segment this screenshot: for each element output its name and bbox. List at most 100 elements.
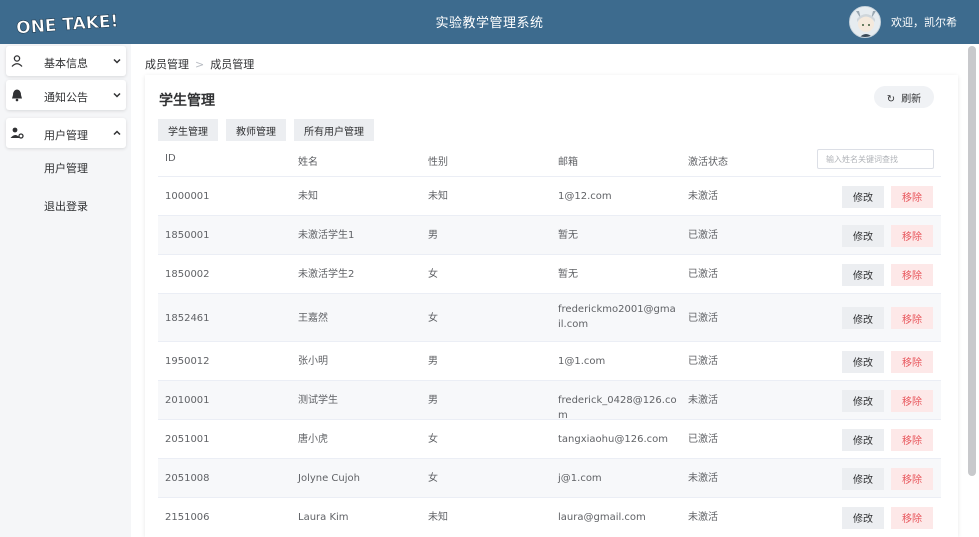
cell-email: 暂无 bbox=[558, 269, 578, 280]
edit-button[interactable]: 修改 bbox=[842, 428, 884, 451]
remove-button[interactable]: 移除 bbox=[891, 467, 933, 490]
sidebar-item-user-management[interactable]: 用户管理 bbox=[6, 118, 126, 148]
student-management-card: 学生管理 ↻ 刷新 学生管理 教师管理 所有用户管理 ID 姓名 性别 邮箱 激活… bbox=[145, 75, 958, 537]
cell-status: 已激活 bbox=[688, 230, 718, 241]
column-header-id: ID bbox=[165, 153, 176, 164]
sidebar-subitem-logout[interactable]: 退出登录 bbox=[44, 198, 88, 214]
sidebar: 基本信息 通知公告 用户管理 用户管理 退出登录 bbox=[0, 44, 131, 537]
sidebar-item-label: 基本信息 bbox=[44, 57, 88, 70]
cell-id: 1000001 bbox=[165, 191, 210, 202]
column-header-name: 姓名 bbox=[298, 157, 318, 168]
sidebar-item-label: 用户管理 bbox=[44, 129, 88, 142]
tab-students[interactable]: 学生管理 bbox=[158, 119, 218, 141]
tab-all-users[interactable]: 所有用户管理 bbox=[294, 119, 374, 141]
table-row: 2051001 唐小虎 女 tangxiaohu@126.com 已激活 修改 移除 bbox=[158, 419, 941, 458]
edit-button[interactable]: 修改 bbox=[842, 350, 884, 373]
table-row: 2010001 测试学生男 frederick_0428@126.com 未激活 修改移… bbox=[158, 380, 941, 421]
table-row: 1852461 王嘉然 女 frederickmo2001@gmail.com 已激活 修… bbox=[158, 293, 941, 341]
sidebar-item-label: 通知公告 bbox=[44, 91, 88, 104]
table-row: 2051008 Jolyne Cujoh 女 j@1.com 未激活 修改 移除 bbox=[158, 458, 941, 497]
cell-name: 测试学生 bbox=[298, 395, 338, 406]
cell-gender: 女 bbox=[428, 434, 438, 445]
table-row: 1000001 未知 未知 1@12.com 未激活 修改 移除 bbox=[158, 176, 941, 215]
cell-gender: 男 bbox=[428, 395, 438, 406]
table-row: 2151006 Laura Kim 未知 laura@gmail.com 未激活 修改 移除 bbox=[158, 497, 941, 536]
sidebar-item-basic-info[interactable]: 基本信息 bbox=[6, 46, 126, 76]
remove-button[interactable]: 移除 bbox=[891, 506, 933, 529]
column-header-status: 激活状态 bbox=[688, 157, 728, 168]
cell-email: 暂无 bbox=[558, 230, 578, 241]
cell-email: frederickmo2001@gmail.com bbox=[558, 304, 676, 330]
page-title: 学生管理 bbox=[159, 93, 215, 109]
user-cog-icon bbox=[10, 127, 24, 139]
cell-name: 未激活学生1 bbox=[298, 230, 355, 241]
cell-id: 1850002 bbox=[165, 269, 210, 280]
cell-gender: 未知 bbox=[428, 191, 448, 202]
cell-status: 未激活 bbox=[688, 395, 718, 406]
cell-gender: 女 bbox=[428, 473, 438, 484]
cell-status: 已激活 bbox=[688, 312, 718, 324]
remove-button[interactable]: 移除 bbox=[891, 350, 933, 373]
remove-button[interactable]: 移除 bbox=[891, 389, 933, 412]
cell-gender: 女 bbox=[428, 312, 438, 324]
tab-teachers[interactable]: 教师管理 bbox=[226, 119, 286, 141]
refresh-button[interactable]: ↻ 刷新 bbox=[874, 86, 934, 108]
cell-email: j@1.com bbox=[558, 473, 602, 484]
edit-button[interactable]: 修改 bbox=[842, 224, 884, 247]
remove-button[interactable]: 移除 bbox=[891, 428, 933, 451]
column-header-gender: 性别 bbox=[428, 157, 448, 168]
avatar[interactable] bbox=[849, 6, 881, 38]
cell-id: 1850001 bbox=[165, 230, 210, 241]
cell-id: 2051001 bbox=[165, 434, 210, 445]
chevron-up-icon bbox=[113, 130, 121, 136]
cell-id: 2051008 bbox=[165, 473, 210, 484]
table-row: 1850002 未激活学生2 女 暂无 已激活 修改 移除 bbox=[158, 254, 941, 293]
edit-button[interactable]: 修改 bbox=[842, 185, 884, 208]
breadcrumb-separator-icon: > bbox=[195, 58, 205, 71]
cell-name: Laura Kim bbox=[298, 512, 349, 523]
cell-email: 1@1.com bbox=[558, 356, 606, 367]
breadcrumb-item[interactable]: 成员管理 bbox=[145, 58, 189, 71]
edit-button[interactable]: 修改 bbox=[842, 506, 884, 529]
table-row: 1950012 张小明 男 1@1.com 已激活 修改 移除 bbox=[158, 341, 941, 380]
cell-name: 未知 bbox=[298, 191, 318, 202]
page-scrollbar[interactable] bbox=[968, 46, 976, 476]
edit-button[interactable]: 修改 bbox=[842, 263, 884, 286]
refresh-icon: ↻ bbox=[886, 93, 896, 105]
cell-status: 未激活 bbox=[688, 191, 718, 202]
cell-email: 1@12.com bbox=[558, 191, 612, 202]
cell-status: 未激活 bbox=[688, 512, 718, 523]
cell-name: Jolyne Cujoh bbox=[298, 473, 360, 484]
cell-email: tangxiaohu@126.com bbox=[558, 434, 668, 445]
top-header: ONE TAKE! 实验教学管理系统 欢迎，凯尔希 bbox=[0, 0, 979, 44]
cell-status: 已激活 bbox=[688, 356, 718, 367]
edit-button[interactable]: 修改 bbox=[842, 389, 884, 412]
edit-button[interactable]: 修改 bbox=[842, 467, 884, 490]
breadcrumb-item-current: 成员管理 bbox=[210, 58, 255, 71]
remove-button[interactable]: 移除 bbox=[891, 224, 933, 247]
avatar-image bbox=[850, 7, 880, 37]
remove-button[interactable]: 移除 bbox=[891, 307, 933, 329]
remove-button[interactable]: 移除 bbox=[891, 263, 933, 286]
cell-status: 未激活 bbox=[688, 473, 718, 484]
cell-status: 已激活 bbox=[688, 434, 718, 445]
welcome-text: 欢迎，凯尔希 bbox=[891, 16, 957, 29]
cell-gender: 未知 bbox=[428, 512, 448, 523]
cell-id: 2010001 bbox=[165, 395, 210, 406]
cell-id: 1852461 bbox=[165, 312, 210, 324]
cell-name: 张小明 bbox=[298, 356, 328, 367]
remove-button[interactable]: 移除 bbox=[891, 185, 933, 208]
sidebar-subitem-user-management[interactable]: 用户管理 bbox=[44, 160, 88, 176]
search-input[interactable] bbox=[817, 149, 934, 169]
column-header-email: 邮箱 bbox=[558, 157, 578, 168]
chevron-down-icon bbox=[113, 58, 121, 64]
cell-name: 王嘉然 bbox=[298, 312, 328, 324]
cell-gender: 男 bbox=[428, 356, 438, 367]
cell-gender: 女 bbox=[428, 269, 438, 280]
sidebar-item-notices[interactable]: 通知公告 bbox=[6, 80, 126, 110]
user-icon bbox=[11, 55, 23, 67]
cell-name: 唐小虎 bbox=[298, 434, 328, 445]
cell-name: 未激活学生2 bbox=[298, 269, 355, 280]
bell-icon bbox=[12, 89, 22, 102]
edit-button[interactable]: 修改 bbox=[842, 307, 884, 329]
